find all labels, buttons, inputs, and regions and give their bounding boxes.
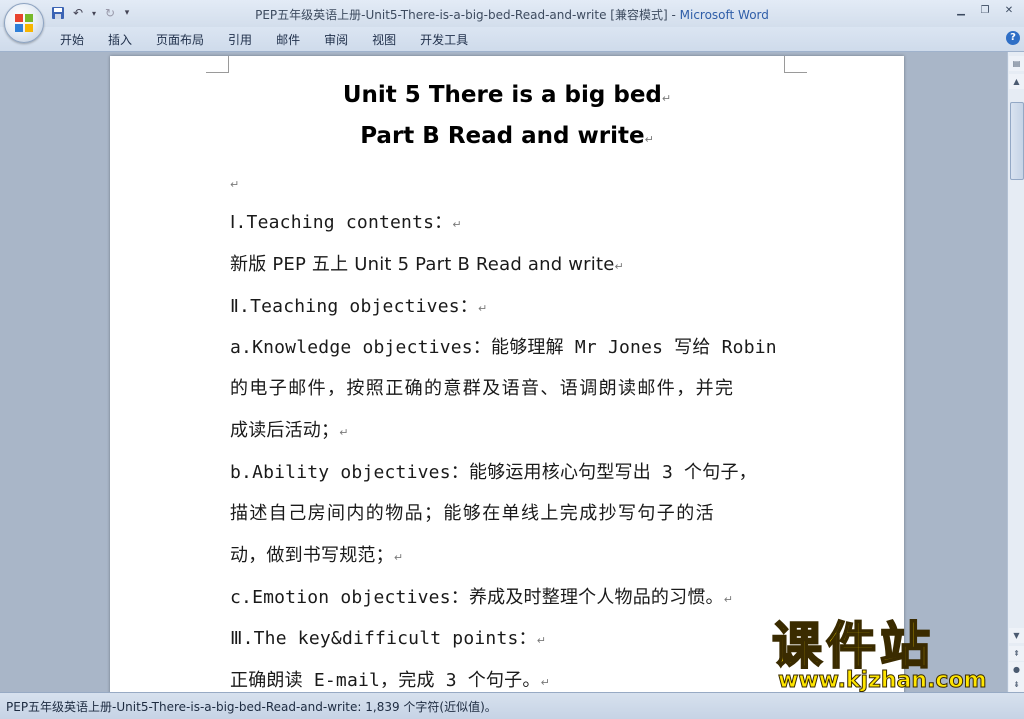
office-button[interactable] [4,3,44,43]
paragraph-mark-icon: ↵ [393,551,404,564]
margin-corner-top-right [784,56,807,73]
tab-review[interactable]: 审阅 [312,30,360,50]
doc-line-text: 描述自己房间内的物品；能够在单线上完成抄写句子的活 [230,503,715,524]
paragraph-mark-icon: ↵ [230,178,240,191]
ribbon-tab-row: 开始 插入 页面布局 引用 邮件 审阅 视图 开发工具 ? [0,27,1024,52]
restore-button[interactable]: ❐ [974,2,996,18]
doc-line: 描述自己房间内的物品；能够在单线上完成抄写句子的活 [230,499,715,525]
doc-line-text: Ⅱ.Teaching objectives： [230,296,478,317]
tab-view[interactable]: 视图 [360,30,408,50]
doc-line: 动，做到书写规范；↵ [230,541,403,567]
doc-line-text: b.Ability objectives：能够运用核心句型写出 3 个句子， [230,462,757,483]
doc-line: Ⅲ.The key&difficult points：↵ [230,624,546,650]
tab-page-layout[interactable]: 页面布局 [144,30,216,50]
help-icon[interactable]: ? [1006,31,1020,45]
doc-line: c.Emotion objectives：养成及时整理个人物品的习惯。↵ [230,583,733,609]
margin-corner-top-left [206,56,229,73]
doc-line-text: c.Emotion objectives：养成及时整理个人物品的习惯。 [230,587,724,608]
doc-line: Ⅱ.Teaching objectives：↵ [230,292,487,318]
empty-paragraph: ↵ [230,172,239,193]
doc-line-text: Ⅲ.The key&difficult points： [230,628,537,649]
doc-line-text: Ⅰ.Teaching contents： [230,212,453,233]
scroll-up-icon[interactable]: ▲ [1009,74,1024,89]
window-title: PEP五年级英语上册-Unit5-There-is-a-big-bed-Read… [0,6,1024,23]
doc-line: 新版 PEP 五上 Unit 5 Part B Read and write↵ [230,250,624,276]
window-controls: ▁ ❐ ✕ [950,2,1020,18]
scrollbar-thumb[interactable] [1010,102,1024,180]
watermark-logo: 课件站 www.kjzhan.com [771,617,1012,698]
tab-insert[interactable]: 插入 [96,30,144,50]
paragraph-mark-icon: ↵ [452,218,462,231]
doc-line: 的电子邮件，按照正确的意群及语音、语调朗读邮件，并完 [230,374,734,400]
doc-line: b.Ability objectives：能够运用核心句型写出 3 个句子， [230,458,757,484]
doc-line-text: 新版 PEP 五上 Unit 5 Part B Read and write [230,254,615,275]
document-area[interactable]: Unit 5 There is a big bed↵ Part B Read a… [0,52,1007,692]
paragraph-mark-icon: ↵ [478,302,488,315]
tab-home[interactable]: 开始 [48,30,96,50]
tab-references[interactable]: 引用 [216,30,264,50]
paragraph-mark-icon: ↵ [644,133,654,146]
tab-developer[interactable]: 开发工具 [408,30,480,50]
watermark-brand: 课件站 [771,617,934,675]
doc-line-text: 正确朗读 E-mail，完成 3 个句子。 [230,670,541,691]
doc-line-text: 的电子邮件，按照正确的意群及语音、语调朗读邮件，并完 [230,378,735,399]
status-word-count[interactable]: PEP五年级英语上册-Unit5-There-is-a-big-bed-Read… [6,698,497,715]
document-page[interactable]: Unit 5 There is a big bed↵ Part B Read a… [110,56,904,692]
heading-subtitle-text: Part B Read and write [360,123,645,149]
ruler-toggle-icon[interactable]: ▤ [1009,56,1024,71]
paragraph-mark-icon: ↵ [536,634,547,647]
heading-subtitle: Part B Read and write↵ [110,123,904,149]
paragraph-mark-icon: ↵ [614,260,624,273]
tab-mailings[interactable]: 邮件 [264,30,312,50]
doc-line: 正确朗读 E-mail，完成 3 个句子。↵ [230,666,550,692]
paragraph-mark-icon: ↵ [540,676,550,689]
heading-title: Unit 5 There is a big bed↵ [110,82,904,108]
doc-line: Ⅰ.Teaching contents：↵ [230,208,462,234]
doc-line-text: 动，做到书写规范； [230,545,394,566]
title-separator: - [667,8,680,22]
doc-line: 成读后活动；↵ [230,416,349,442]
watermark-url: www.kjzhan.com [778,668,988,694]
paragraph-mark-icon: ↵ [339,426,349,439]
title-bar: ↶ ▾ ↻ ▾ PEP五年级英语上册-Unit5-There-is-a-big-… [0,0,1024,27]
paragraph-mark-icon: ↵ [723,593,734,606]
minimize-button[interactable]: ▁ [950,2,972,18]
office-logo-icon [15,14,33,32]
vertical-scrollbar[interactable]: ▤ ▲ ▼ ⇞ ● ⇟ [1007,52,1024,692]
app-name: Microsoft Word [679,8,769,22]
doc-line-text: 成读后活动； [230,420,340,441]
document-title: PEP五年级英语上册-Unit5-There-is-a-big-bed-Read… [255,8,668,22]
doc-line-text: a.Knowledge objectives：能够理解 Mr Jones 写给 … [230,337,777,358]
ribbon-tabs: 开始 插入 页面布局 引用 邮件 审阅 视图 开发工具 [48,30,480,50]
paragraph-mark-icon: ↵ [661,92,672,105]
heading-title-text: Unit 5 There is a big bed [342,82,662,108]
doc-line: a.Knowledge objectives：能够理解 Mr Jones 写给 … [230,333,777,359]
close-button[interactable]: ✕ [998,2,1020,18]
